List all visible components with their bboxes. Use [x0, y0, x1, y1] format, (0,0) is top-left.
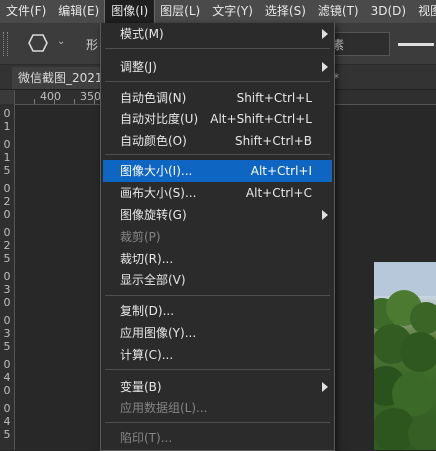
menu-item-label: 自动颜色(O) — [120, 134, 187, 148]
menu-item-canvas-size[interactable]: 画布大小(S)... Alt+Ctrl+C — [101, 182, 334, 204]
menu-layer[interactable]: 图层(L) — [154, 0, 206, 23]
ruler-digit: 0 — [3, 384, 11, 397]
ruler-digit: 0 — [3, 208, 11, 221]
menu-item-shortcut: Alt+Shift+Ctrl+L — [210, 112, 312, 126]
ruler-digit: 5 — [3, 340, 11, 353]
menu-type[interactable]: 文字(Y) — [206, 0, 259, 23]
menu-item-label: 应用图像(Y)... — [120, 326, 197, 340]
menu-item-label: 自动对比度(U) — [120, 112, 199, 126]
menu-item-duplicate[interactable]: 复制(D)... — [101, 300, 334, 322]
menu-select[interactable]: 选择(S) — [259, 0, 312, 23]
ruler-digit: 4 — [3, 415, 11, 428]
image-menu-dropdown: 模式(M) 调整(J) 自动色调(N) Shift+Ctrl+L 自动对比度(U… — [100, 23, 335, 451]
menu-image[interactable]: 图像(I) — [104, 0, 156, 24]
shape-mode-label[interactable]: 形 — [86, 36, 98, 53]
menu-item-variables[interactable]: 变量(B) — [101, 376, 334, 398]
submenu-arrow-icon — [322, 29, 328, 39]
left-ruler[interactable]: 01015020025030035040045 — [0, 90, 15, 450]
menu-item-label: 变量(B) — [120, 380, 162, 394]
shape-tool-icon[interactable] — [28, 34, 48, 55]
ruler-digit: 0 — [3, 358, 11, 371]
menu-filter[interactable]: 滤镜(T) — [312, 0, 365, 23]
ruler-digit: 1 — [3, 120, 11, 133]
menu-item-shortcut: Alt+Ctrl+I — [250, 164, 312, 178]
ruler-digit: 3 — [3, 283, 11, 296]
menu-item-trap[interactable]: 陷印(T)... — [101, 427, 334, 449]
menu-item-label: 计算(C)... — [120, 348, 174, 362]
chevron-down-icon[interactable]: ⌄ — [57, 36, 65, 47]
ruler-digit: 0 — [3, 270, 11, 283]
ruler-digit: 5 — [3, 164, 11, 177]
ruler-label: 350 — [80, 90, 101, 103]
submenu-arrow-icon — [322, 382, 328, 392]
menu-item-image-size[interactable]: 图像大小(I)... Alt+Ctrl+I — [103, 160, 332, 182]
ruler-digit: 0 — [3, 226, 11, 239]
menu-3d[interactable]: 3D(D) — [365, 0, 412, 23]
ruler-digit: 0 — [3, 138, 11, 151]
ruler-digit: 0 — [3, 107, 11, 120]
ruler-digit: 1 — [3, 151, 11, 164]
ruler-corner — [0, 90, 14, 104]
document-image — [374, 262, 436, 450]
ruler-digit: 2 — [3, 239, 11, 252]
menu-item-auto-color[interactable]: 自动颜色(O) Shift+Ctrl+B — [101, 130, 334, 152]
menu-separator — [105, 295, 330, 296]
menu-separator — [105, 81, 330, 82]
menu-item-shortcut: Alt+Ctrl+C — [245, 186, 312, 200]
menu-item-adjustments[interactable]: 调整(J) — [101, 56, 334, 78]
menu-separator — [105, 48, 330, 49]
ruler-digit: 0 — [3, 296, 11, 309]
menu-item-apply-image[interactable]: 应用图像(Y)... — [101, 322, 334, 344]
ruler-digit: 5 — [3, 428, 11, 441]
menu-item-label: 自动色调(N) — [120, 91, 187, 105]
submenu-arrow-icon — [322, 210, 328, 220]
menu-item-shortcut: Shift+Ctrl+B — [235, 134, 312, 148]
menu-item-label: 裁剪(P) — [120, 230, 161, 244]
menu-item-label: 复制(D)... — [120, 304, 175, 318]
menu-edit[interactable]: 编辑(E) — [52, 0, 105, 23]
menu-item-label: 模式(M) — [120, 27, 164, 41]
menu-item-label: 调整(J) — [120, 60, 157, 74]
menu-item-crop[interactable]: 裁剪(P) — [101, 226, 334, 248]
options-grip[interactable] — [3, 32, 8, 56]
menu-item-trim[interactable]: 裁切(R)... — [101, 248, 334, 270]
menu-item-label: 显示全部(V) — [120, 273, 186, 287]
ruler-digit: 3 — [3, 327, 11, 340]
ruler-digit: 5 — [3, 252, 11, 265]
ruler-digit: 0 — [3, 182, 11, 195]
menu-item-label: 应用数据组(L)... — [120, 401, 208, 415]
submenu-arrow-icon — [322, 62, 328, 72]
menu-item-image-rotation[interactable]: 图像旋转(G) — [101, 204, 334, 226]
menu-item-label: 图像旋转(G) — [120, 208, 187, 222]
menu-item-auto-tone[interactable]: 自动色调(N) Shift+Ctrl+L — [101, 87, 334, 109]
menu-item-auto-contrast[interactable]: 自动对比度(U) Alt+Shift+Ctrl+L — [101, 108, 334, 130]
menu-separator — [105, 369, 330, 370]
menu-item-label: 陷印(T)... — [120, 431, 173, 445]
ruler-digit: 4 — [3, 371, 11, 384]
menu-bar: 文件(F) 编辑(E) 图像(I) 图层(L) 文字(Y) 选择(S) 滤镜(T… — [0, 0, 436, 24]
menu-separator — [105, 154, 330, 155]
menu-item-label: 画布大小(S)... — [120, 186, 197, 200]
menu-view[interactable]: 视图 — [412, 0, 436, 23]
document-tab[interactable]: 微信截图_2021 — [12, 67, 114, 89]
menu-item-calculations[interactable]: 计算(C)... — [101, 344, 334, 366]
menu-item-apply-data-set[interactable]: 应用数据组(L)... — [101, 397, 334, 419]
menu-separator — [105, 422, 330, 423]
ruler-digit: 0 — [3, 402, 11, 415]
menu-file[interactable]: 文件(F) — [0, 0, 52, 23]
menu-item-shortcut: Shift+Ctrl+L — [236, 91, 312, 105]
menu-item-label: 裁切(R)... — [120, 252, 174, 266]
stroke-style-line[interactable] — [398, 43, 434, 46]
ruler-digit: 0 — [3, 314, 11, 327]
menu-item-reveal-all[interactable]: 显示全部(V) — [101, 269, 334, 291]
ruler-digit: 2 — [3, 195, 11, 208]
menu-item-mode[interactable]: 模式(M) — [101, 23, 334, 45]
ruler-label: 400 — [40, 90, 61, 103]
menu-item-label: 图像大小(I)... — [120, 164, 193, 178]
